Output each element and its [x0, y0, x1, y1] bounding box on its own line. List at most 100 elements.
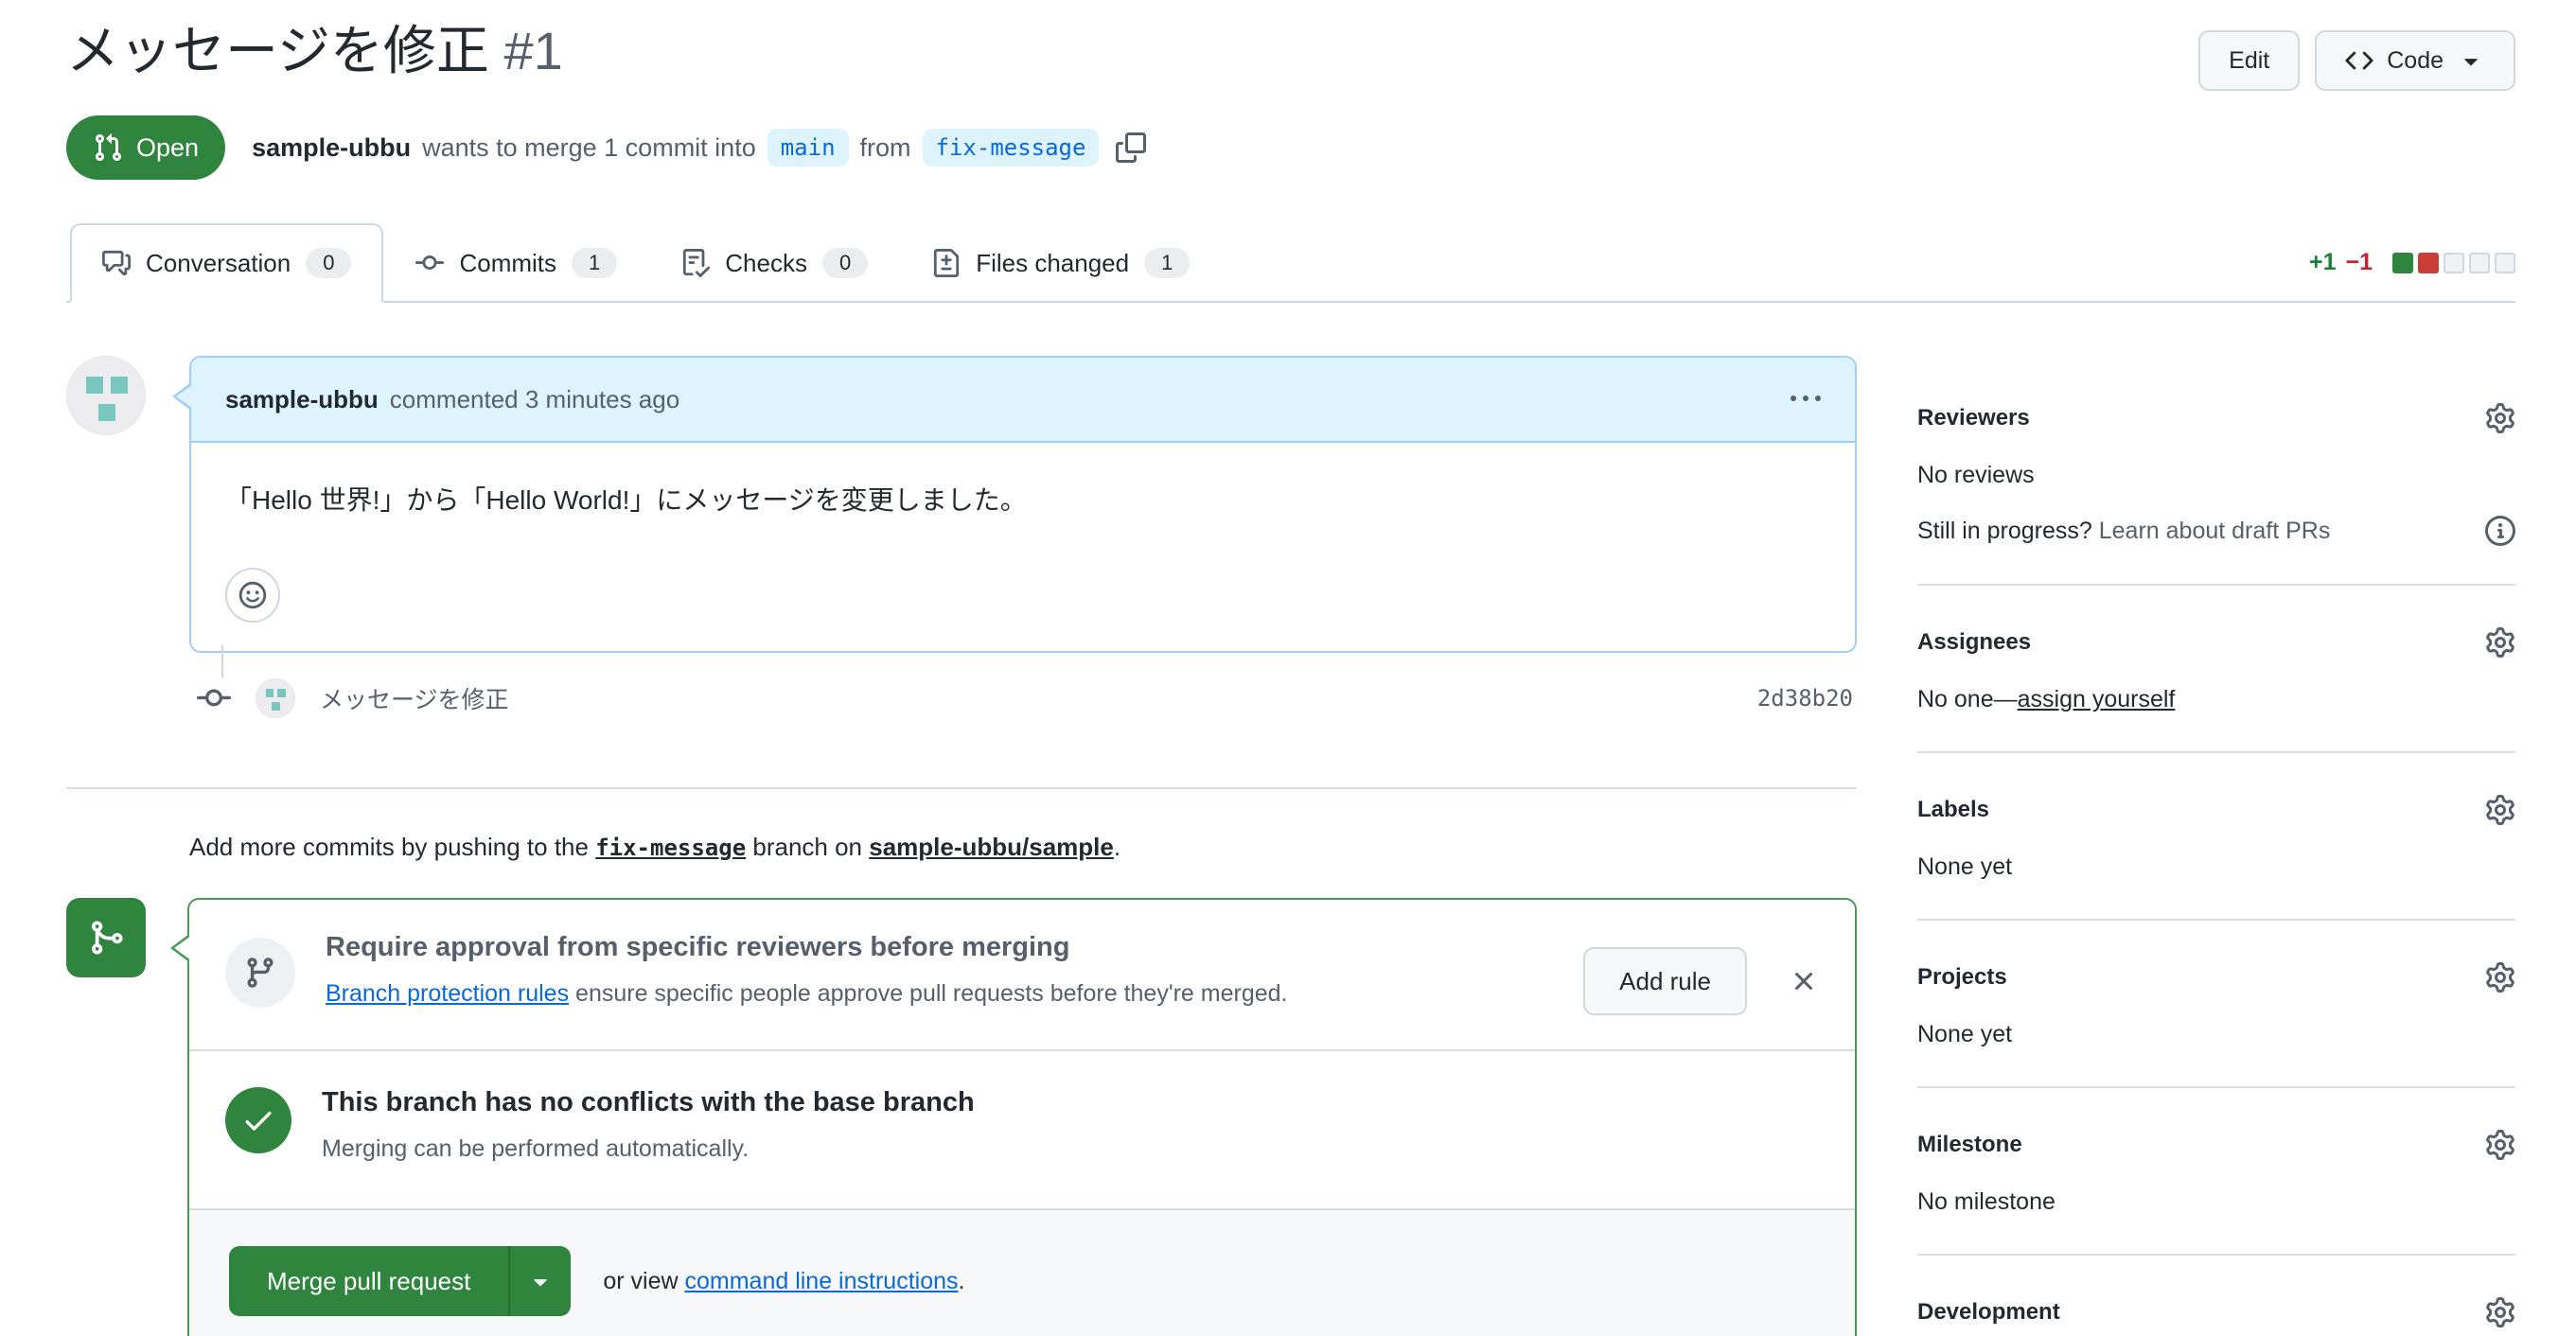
reviewers-header[interactable]: Reviewers [1917, 403, 2515, 433]
gear-icon[interactable] [2485, 1130, 2515, 1160]
edit-button[interactable]: Edit [2198, 30, 2301, 91]
pr-number: #1 [503, 21, 563, 80]
commit-sha[interactable]: 2d38b20 [1757, 685, 1853, 712]
merge-section: Require approval from specific reviewers… [66, 898, 1857, 1336]
add-rule-button[interactable]: Add rule [1583, 947, 1747, 1015]
sidebar-section-projects: Projects None yet [1917, 921, 2515, 1088]
merge-actions: Merge pull request or view command line … [189, 1208, 1855, 1336]
tab-counter: 0 [821, 248, 869, 278]
kebab-menu-icon[interactable] [1791, 384, 1821, 414]
assignees-header[interactable]: Assignees [1917, 627, 2515, 658]
file-diff-icon [932, 249, 961, 277]
pr-title-text: メッセージを修正 [66, 21, 489, 80]
diffstat-block-neutral [2495, 252, 2515, 273]
pr-tabbar: Conversation 0 Commits 1 Checks 0 Files … [66, 223, 2515, 303]
assign-yourself-link[interactable]: assign yourself [2018, 686, 2176, 712]
gear-icon[interactable] [2485, 1297, 2515, 1327]
merge-pull-request-button[interactable]: Merge pull request [229, 1246, 572, 1316]
pr-state-label: Open [136, 132, 200, 162]
gear-icon[interactable] [2485, 627, 2515, 658]
pr-author[interactable]: sample-ubbu [252, 133, 411, 163]
draft-prompt: Still in progress? [1917, 517, 2099, 544]
tab-checks[interactable]: Checks 0 [649, 223, 900, 303]
smiley-icon [238, 580, 268, 610]
merge-button-label: Merge pull request [267, 1266, 471, 1295]
push-note-repo[interactable]: sample-ubbu/sample [869, 833, 1114, 861]
branch-protection-title: Require approval from specific reviewers… [326, 932, 1070, 962]
sidebar-section-assignees: Assignees No one—assign yourself [1917, 586, 2515, 753]
chevron-down-icon [2457, 46, 2485, 75]
milestone-empty: No milestone [1917, 1188, 2056, 1215]
command-line-instructions-link[interactable]: command line instructions [684, 1268, 958, 1294]
comment-header: sample-ubbu commented 3 minutes ago [191, 358, 1855, 443]
comment-discussion-icon [102, 249, 131, 277]
checklist-icon [681, 249, 710, 277]
tab-files-changed[interactable]: Files changed 1 [900, 223, 1222, 303]
tab-commits[interactable]: Commits 1 [383, 223, 649, 303]
add-reaction-button[interactable] [225, 568, 280, 623]
tab-label: Checks [725, 248, 807, 277]
draft-pr-row: Still in progress? Learn about draft PRs [1917, 516, 2515, 546]
gear-icon[interactable] [2485, 962, 2515, 993]
commit-row: メッセージを修正 2d38b20 [197, 677, 1853, 719]
pull-request-page: メッセージを修正 #1 Edit Code Open sample-ubbu w… [0, 0, 2576, 1336]
code-button[interactable]: Code [2315, 30, 2515, 91]
merge-status-subtitle: Merging can be performed automatically. [322, 1135, 750, 1162]
learn-draft-prs-link[interactable]: Learn about draft PRs [2099, 518, 2331, 544]
diffstat-deletions: −1 [2345, 249, 2373, 275]
push-note-branch[interactable]: fix-message [595, 835, 746, 861]
assignees-empty: No one—assign yourself [1917, 686, 2515, 713]
projects-empty: None yet [1917, 1021, 2013, 1047]
branch-protection-rules-link[interactable]: Branch protection rules [326, 980, 569, 1007]
tab-label: Conversation [146, 248, 291, 277]
assignees-title: Assignees [1917, 629, 2032, 655]
comment-body: 「Hello 世界!」から「Hello World!」にメッセージを変更しました… [191, 443, 1855, 651]
code-icon [2345, 46, 2373, 75]
labels-header[interactable]: Labels [1917, 795, 2515, 825]
head-branch-label[interactable]: fix-message [922, 129, 1100, 167]
pr-summary: sample-ubbu wants to merge 1 commit into… [252, 129, 1146, 167]
reviewers-empty: No reviews [1917, 462, 2035, 488]
labels-empty: None yet [1917, 853, 2013, 880]
diffstat-block-neutral [2469, 252, 2490, 273]
git-branch-icon [225, 938, 295, 1008]
pr-meta-row: Open sample-ubbu wants to merge 1 commit… [66, 115, 2515, 180]
section-divider [66, 787, 1857, 789]
copy-branch-icon[interactable] [1116, 132, 1146, 163]
edit-button-label: Edit [2229, 46, 2270, 74]
page-title: メッセージを修正 #1 [66, 17, 563, 86]
git-commit-icon [415, 249, 444, 277]
branch-protection-description: Branch protection rules ensure specific … [326, 980, 1551, 1008]
branch-protection-rest: ensure specific people approve pull requ… [569, 980, 1288, 1007]
diffstat-block-deleted [2418, 252, 2439, 273]
avatar[interactable] [66, 356, 146, 435]
labels-title: Labels [1917, 797, 1990, 822]
cli-instructions-text: or view command line instructions. [603, 1267, 965, 1294]
comment-author[interactable]: sample-ubbu [225, 385, 379, 414]
diffstat-additions: +1 [2308, 249, 2337, 275]
comment-thread: sample-ubbu commented 3 minutes ago 「Hel… [66, 356, 1857, 653]
tab-label: Files changed [976, 248, 1130, 277]
milestone-title: Milestone [1917, 1132, 2022, 1157]
tab-counter: 1 [572, 248, 618, 278]
projects-header[interactable]: Projects [1917, 962, 2515, 993]
gear-icon[interactable] [2485, 403, 2515, 433]
gear-icon[interactable] [2485, 795, 2515, 825]
close-icon[interactable] [1789, 966, 1819, 996]
sidebar-section-development: Development [1917, 1256, 2515, 1336]
comment-text: 「Hello 世界!」から「Hello World!」にメッセージを変更しました… [225, 485, 1027, 515]
base-branch-label[interactable]: main [767, 129, 849, 167]
git-merge-icon [66, 898, 146, 977]
push-note-suffix: . [1113, 833, 1121, 861]
info-icon[interactable] [2485, 516, 2515, 546]
avatar[interactable] [256, 678, 295, 718]
milestone-header[interactable]: Milestone [1917, 1130, 2515, 1160]
merge-box: Require approval from specific reviewers… [170, 898, 1857, 1336]
development-header[interactable]: Development [1917, 1297, 2515, 1327]
no-one-text: No one— [1917, 686, 2018, 712]
commit-message[interactable]: メッセージを修正 [320, 681, 509, 715]
tab-conversation[interactable]: Conversation 0 [70, 223, 384, 303]
pr-sidebar: Reviewers No reviews Still in progress? … [1917, 356, 2515, 1336]
merge-status-row: This branch has no conflicts with the ba… [189, 1049, 1855, 1208]
merge-options-caret[interactable] [508, 1246, 571, 1316]
